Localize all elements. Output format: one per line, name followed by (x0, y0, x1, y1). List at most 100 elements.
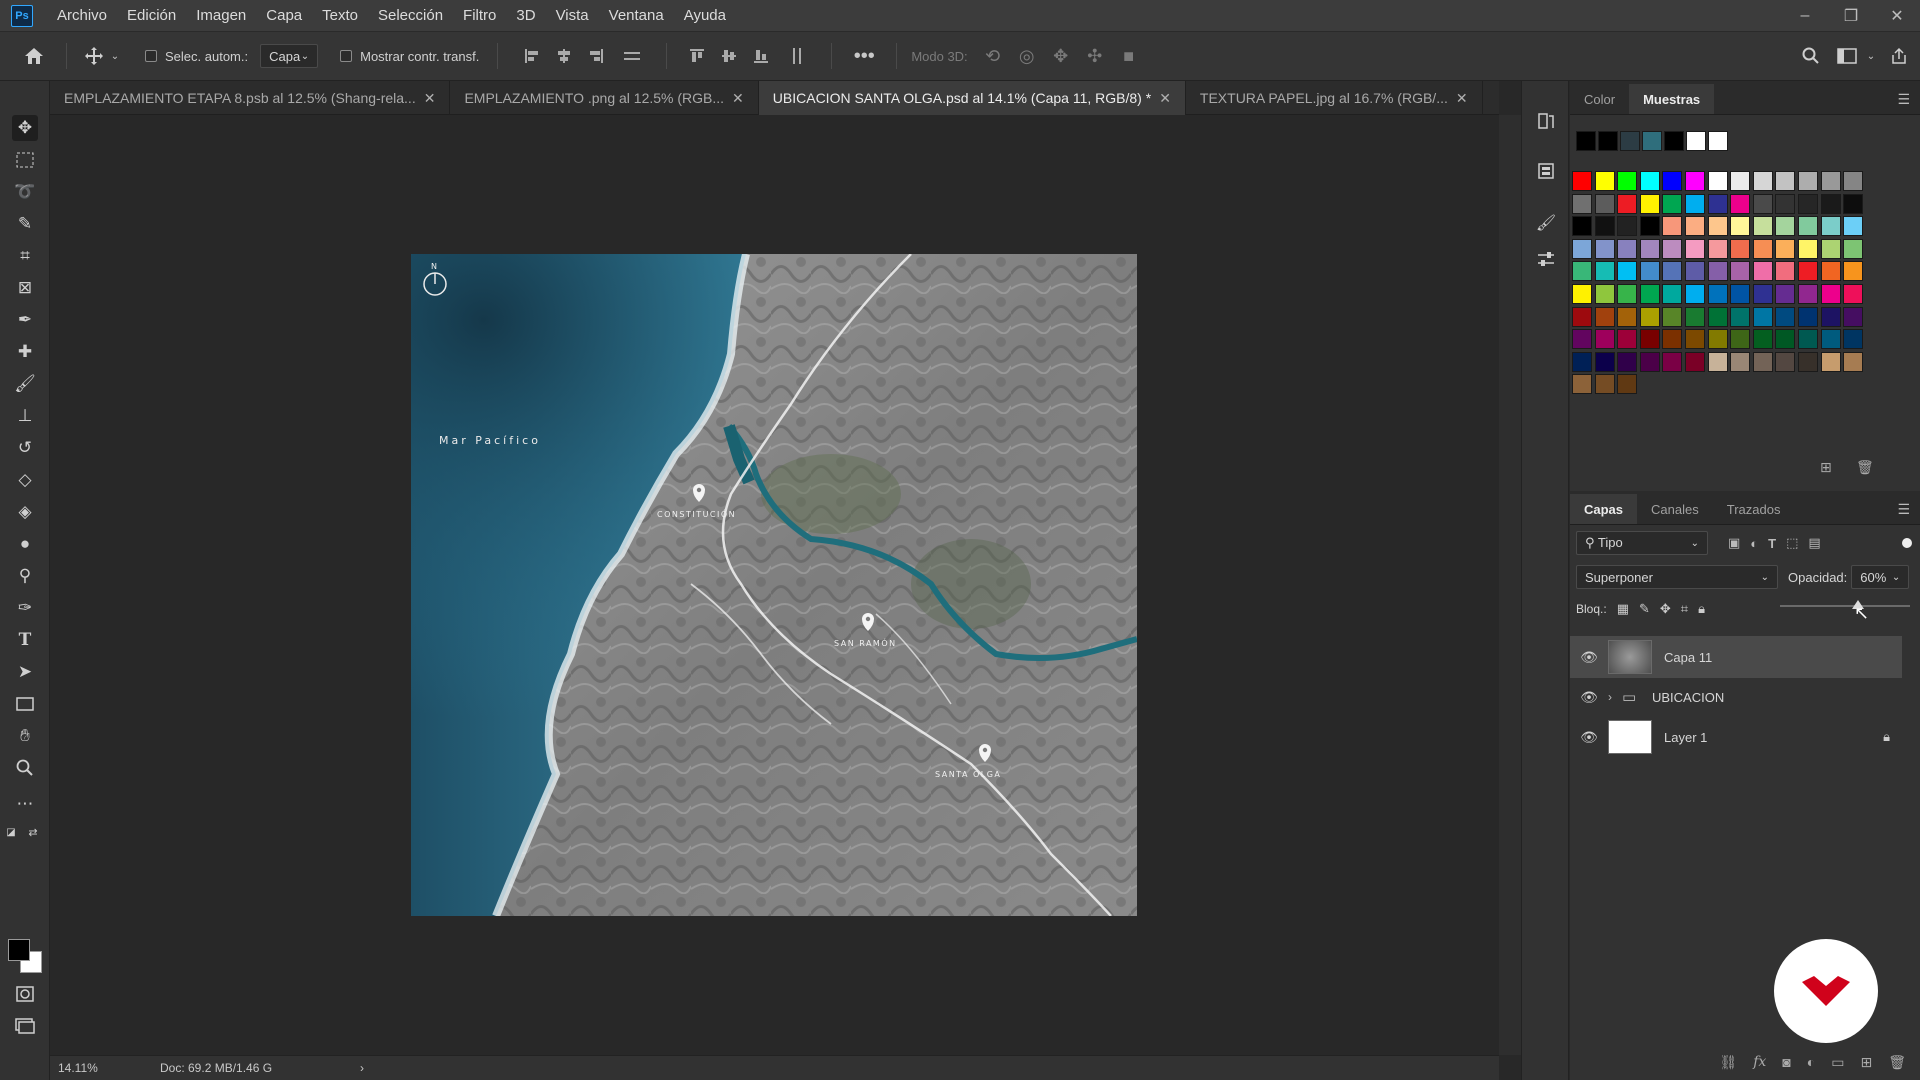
align-center-icon[interactable] (548, 48, 580, 64)
color-swatch[interactable] (1730, 329, 1751, 350)
recent-swatch[interactable] (1576, 131, 1596, 151)
color-swatch[interactable] (1843, 351, 1864, 372)
color-swatch[interactable] (1594, 351, 1615, 372)
workspace-icon[interactable] (1830, 48, 1864, 64)
move-tool-icon[interactable]: ✥ (12, 115, 38, 141)
adjustment-layer-icon[interactable]: ◐ (1807, 1054, 1815, 1070)
zoom-tool-icon[interactable] (12, 755, 38, 781)
color-swatch[interactable] (1820, 238, 1841, 259)
more-tools-icon[interactable]: ⋯ (12, 791, 38, 817)
color-swatch[interactable] (1639, 329, 1660, 350)
color-swatch[interactable] (1639, 193, 1660, 214)
color-swatch[interactable] (1594, 284, 1615, 304)
color-swatch[interactable] (1662, 238, 1683, 259)
color-swatch[interactable] (1617, 238, 1638, 259)
lock-all-icon[interactable]: 🔒︎ (1698, 601, 1705, 617)
blur-tool-icon[interactable]: ● (12, 531, 38, 557)
color-swatch[interactable] (1730, 238, 1751, 259)
color-swatch[interactable] (1572, 351, 1592, 372)
add-mask-icon[interactable]: ◙ (1782, 1054, 1790, 1070)
filter-type-icon[interactable]: T (1768, 536, 1776, 551)
recent-swatch[interactable] (1642, 131, 1662, 151)
color-swatch[interactable] (1798, 351, 1818, 372)
chevron-down-icon[interactable]: ⌄ (107, 51, 123, 62)
color-swatch[interactable] (1820, 193, 1841, 214)
color-swatch[interactable] (1639, 261, 1660, 282)
auto-select-checkbox[interactable] (145, 50, 157, 62)
color-swatch[interactable] (1843, 171, 1864, 191)
filter-image-icon[interactable]: ▣ (1728, 535, 1740, 551)
color-swatch[interactable] (1572, 193, 1592, 214)
color-swatch[interactable] (1843, 261, 1864, 282)
adjustments-icon[interactable] (1534, 247, 1558, 271)
color-swatch[interactable] (1775, 193, 1796, 214)
color-swatch[interactable] (1617, 193, 1638, 214)
color-swatch[interactable] (1798, 284, 1818, 304)
menu-ventana[interactable]: Ventana (599, 0, 674, 31)
roll-3d-icon[interactable]: ◎ (1010, 46, 1044, 67)
close-icon[interactable]: ✕ (732, 90, 744, 107)
color-swatch[interactable] (1820, 261, 1841, 282)
more-options-icon[interactable]: ••• (846, 45, 882, 68)
panel-menu-icon[interactable]: ☰ (1897, 84, 1910, 114)
color-swatch[interactable] (1685, 351, 1705, 372)
color-swatch[interactable] (1752, 351, 1773, 372)
align-right-icon[interactable] (580, 48, 612, 64)
align-left-icon[interactable] (516, 48, 548, 64)
menu-seleccion[interactable]: Selección (368, 0, 453, 31)
color-swatch[interactable] (1752, 284, 1773, 304)
color-swatch[interactable] (1594, 261, 1615, 282)
color-swatch[interactable] (1707, 261, 1728, 282)
color-swatch[interactable] (1775, 351, 1796, 372)
align-top-icon[interactable] (681, 48, 713, 64)
status-expand-icon[interactable]: › (360, 1061, 364, 1075)
color-swatch[interactable] (1730, 284, 1751, 304)
rectangle-tool-icon[interactable] (12, 691, 38, 717)
menu-imagen[interactable]: Imagen (186, 0, 256, 31)
color-swatch[interactable] (1820, 351, 1841, 372)
color-swatch[interactable] (1798, 216, 1818, 237)
foreground-color[interactable] (8, 939, 30, 961)
history-panel-icon[interactable] (1534, 109, 1558, 133)
document-canvas[interactable]: N Mar Pacífico CONSTITUCIÓN SAN RAMÓN SA… (411, 254, 1137, 916)
menu-3d[interactable]: 3D (506, 0, 545, 31)
color-swatch[interactable] (1662, 306, 1683, 327)
color-swatch[interactable] (1662, 171, 1683, 191)
pan-3d-icon[interactable]: ✥ (1044, 46, 1078, 67)
color-swatch[interactable] (1662, 284, 1683, 304)
layer-row-capa-11[interactable]: 👁︎ Capa 11 (1570, 636, 1902, 678)
color-swatch[interactable] (1572, 306, 1592, 327)
chevron-down-icon[interactable]: ⌄ (1864, 51, 1878, 62)
color-swatch[interactable] (1572, 329, 1592, 350)
chevron-right-icon[interactable]: › (1608, 690, 1622, 704)
color-swatch[interactable] (1752, 238, 1773, 259)
recent-swatch[interactable] (1620, 131, 1640, 151)
screen-mode-icon[interactable] (12, 1013, 38, 1039)
tab-emplazamiento-etapa[interactable]: EMPLAZAMIENTO ETAPA 8.psb al 12.5% (Shan… (50, 81, 451, 115)
paint-bucket-tool-icon[interactable]: ◈ (12, 499, 38, 525)
layer-filter-dropdown[interactable]: ⚲ Tipo ⌄ (1576, 531, 1708, 555)
history-brush-tool-icon[interactable]: ↺ (12, 435, 38, 461)
recent-swatch[interactable] (1686, 131, 1706, 151)
color-swatch[interactable] (1843, 193, 1864, 214)
link-layers-icon[interactable]: ⛓︎ (1719, 1054, 1737, 1071)
color-swatch[interactable] (1730, 171, 1751, 191)
color-swatch[interactable] (1572, 374, 1592, 395)
color-swatch[interactable] (1752, 216, 1773, 237)
lock-artboard-icon[interactable]: ⌗ (1681, 601, 1688, 617)
color-swatch[interactable] (1617, 306, 1638, 327)
filter-shape-icon[interactable]: ⬚ (1786, 535, 1798, 551)
color-swatch[interactable] (1820, 329, 1841, 350)
visibility-eye-icon[interactable]: 👁︎ (1570, 649, 1608, 666)
dodge-tool-icon[interactable]: ⚲ (12, 563, 38, 589)
color-swatch[interactable] (1730, 216, 1751, 237)
canvas-area[interactable]: N Mar Pacífico CONSTITUCIÓN SAN RAMÓN SA… (50, 115, 1499, 1055)
recent-swatch[interactable] (1708, 131, 1728, 151)
color-swatch[interactable] (1820, 216, 1841, 237)
color-swatch[interactable] (1594, 306, 1615, 327)
recent-swatch[interactable] (1664, 131, 1684, 151)
color-swatch[interactable] (1775, 216, 1796, 237)
color-swatch[interactable] (1662, 329, 1683, 350)
color-swatch[interactable] (1639, 171, 1660, 191)
color-swatch[interactable] (1639, 306, 1660, 327)
